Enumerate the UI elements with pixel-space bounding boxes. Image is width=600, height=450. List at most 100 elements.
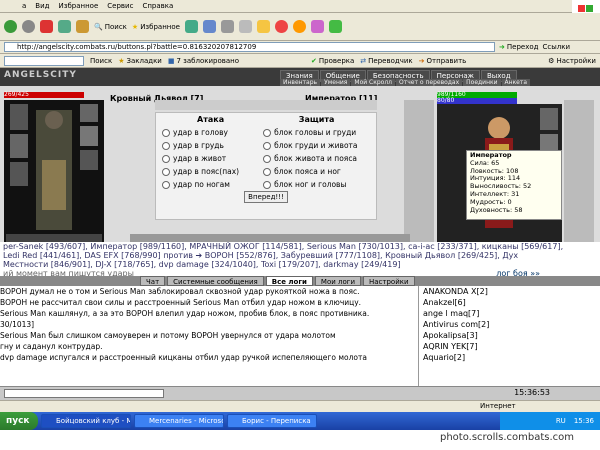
forward-button[interactable] (22, 20, 35, 33)
radio-icon[interactable] (162, 128, 170, 137)
radio-icon[interactable] (263, 167, 272, 176)
chat-button[interactable] (310, 20, 324, 33)
online-user[interactable]: AQRIN YEK[7] (423, 341, 600, 352)
chat-input[interactable] (4, 389, 164, 398)
home-button[interactable] (76, 20, 89, 33)
chat-tabs: Чат Системные сообщения Все логи Мои лог… (0, 276, 600, 286)
icq-button[interactable] (274, 20, 288, 33)
tab-all-logs[interactable]: Все логи (265, 276, 313, 286)
check-icon: ✔ (311, 56, 317, 65)
defense-chest-belly[interactable]: блок груди и живота (263, 139, 370, 152)
right-item-slots (404, 100, 434, 250)
online-user[interactable]: Antivirus com[2] (423, 319, 600, 330)
attack-belly[interactable]: удар в живот (162, 152, 259, 165)
at-button[interactable] (292, 20, 306, 33)
toolbar-search-button[interactable]: Поиск (90, 57, 112, 65)
back-button[interactable] (4, 20, 17, 33)
go-button[interactable]: ➜ Переход (499, 43, 538, 51)
tab-chat[interactable]: Чат (140, 276, 166, 286)
attack-chest[interactable]: удар в грудь (162, 139, 259, 152)
print-button[interactable] (220, 20, 234, 33)
game-logo: ANGELSCITY (4, 70, 77, 80)
zone-label: Интернет (480, 402, 516, 410)
game-button[interactable] (328, 20, 342, 33)
task-messenger[interactable]: Борис - Переписка (227, 414, 317, 428)
ie-toolbar: 🔍 Поиск ★ Избранное (0, 13, 600, 41)
online-user[interactable]: ANAKONDA X[2] (423, 286, 600, 297)
radio-icon[interactable] (162, 154, 170, 163)
log-line: Местности [846/901], DJ-X [718/765], dvp… (3, 260, 401, 269)
attack-groin[interactable]: удар в пояс(пах) (162, 165, 259, 178)
online-user[interactable]: ange l maq[7] (423, 308, 600, 319)
bookmarks-button[interactable]: ★ Закладки (118, 57, 162, 65)
defense-waist-legs[interactable]: блок пояса и ног (263, 165, 370, 178)
menu-favorites[interactable]: Избранное (59, 2, 99, 10)
subnav-transfers[interactable]: Отчет о переводах (396, 79, 463, 86)
online-user[interactable]: Apokalipsa[3] (423, 330, 600, 341)
radio-icon[interactable] (162, 167, 170, 176)
tab-my-logs[interactable]: Мои логи (314, 276, 361, 286)
toolbar-search-input[interactable] (4, 55, 84, 66)
online-user[interactable]: Aquario[2] (423, 352, 600, 363)
chat-line: ВОРОН не рассчитал свои силы и расстроен… (0, 298, 362, 307)
taskbar: пуск Бойцовский клуб - М... Mercenaries … (0, 412, 600, 430)
subnav-inventory[interactable]: Инвентарь (280, 79, 321, 86)
chat-line: 30/1013] (0, 320, 35, 329)
check-button[interactable]: ✔ Проверка (311, 57, 354, 65)
tab-system[interactable]: Системные сообщения (167, 276, 264, 286)
send-button[interactable]: ➔ Отправить (419, 57, 467, 65)
attack-head[interactable]: удар в голову (162, 126, 259, 139)
radio-icon[interactable] (162, 180, 170, 189)
subnav-fights[interactable]: Поединки (463, 79, 501, 86)
search-button[interactable]: 🔍 Поиск (94, 23, 127, 31)
edit-button[interactable] (238, 20, 252, 33)
language-indicator[interactable]: RU (556, 417, 566, 425)
radio-icon[interactable] (162, 141, 170, 150)
menu-tools[interactable]: Сервис (107, 2, 133, 10)
online-list: ANAKONDA X[2] Anakzel[6] ange l maq[7] A… (418, 286, 600, 386)
game-clock: 15:36:53 (514, 388, 550, 397)
task-combats[interactable]: Бойцовский клуб - М... (41, 414, 131, 428)
refresh-button[interactable] (58, 20, 71, 33)
effects-strip (155, 100, 377, 110)
defense-belly-waist[interactable]: блок живота и пояса (263, 152, 370, 165)
forward-arrow-icon (22, 20, 35, 33)
tab-settings[interactable]: Настройки (363, 276, 415, 286)
ie-status-bar: Интернет (0, 400, 600, 412)
attack-legs[interactable]: удар по ногам (162, 178, 259, 191)
settings-button[interactable]: ⚙ Настройки (548, 57, 596, 65)
battle-log: per-Sanek [493/607], Император [989/1160… (0, 242, 600, 278)
tray-clock[interactable]: 15:36 (574, 417, 594, 425)
defense-head-chest[interactable]: блок головы и груди (263, 126, 370, 139)
radio-icon[interactable] (263, 154, 272, 163)
subnav-profile[interactable]: Анкета (501, 79, 531, 86)
edit-icon (238, 20, 252, 33)
defense-legs-head[interactable]: блок ног и головы (263, 178, 370, 191)
chat-line: Serious Man был слишком самоуверен и пот… (0, 331, 336, 340)
chat-input-bar: 15:36:53 (0, 386, 600, 400)
radio-icon[interactable] (263, 141, 272, 150)
links-label[interactable]: Ссылки (542, 43, 570, 51)
popup-blocker-button[interactable]: ■ 7 заблокировано (168, 57, 239, 65)
subnav-skills[interactable]: Умения (321, 79, 351, 86)
stop-button[interactable] (40, 20, 53, 33)
favorites-button[interactable]: ★ Избранное (132, 23, 180, 31)
stop-icon (40, 20, 53, 33)
radio-icon[interactable] (263, 128, 272, 137)
messenger-button[interactable] (256, 20, 270, 33)
address-input[interactable]: http://angelscity.combats.ru/buttons.pl?… (4, 42, 496, 52)
right-item-slots-2 (564, 100, 594, 250)
menu-file[interactable]: а (22, 2, 26, 10)
menu-help[interactable]: Справка (142, 2, 173, 10)
battle-panel: Атака удар в голову удар в грудь удар в … (155, 112, 377, 220)
radio-icon[interactable] (263, 180, 272, 189)
forward-attack-button[interactable]: Вперед!!! (244, 191, 288, 203)
media-button[interactable] (184, 20, 198, 33)
online-user[interactable]: Anakzel[6] (423, 297, 600, 308)
mail-button[interactable] (202, 20, 216, 33)
task-mercenaries[interactable]: Mercenaries - Microso... (134, 414, 224, 428)
menu-view[interactable]: Вид (35, 2, 49, 10)
subnav-scroll[interactable]: Мой Скролл (351, 79, 396, 86)
translator-button[interactable]: ⇄ Переводчик (360, 57, 412, 65)
start-button[interactable]: пуск (0, 412, 38, 430)
